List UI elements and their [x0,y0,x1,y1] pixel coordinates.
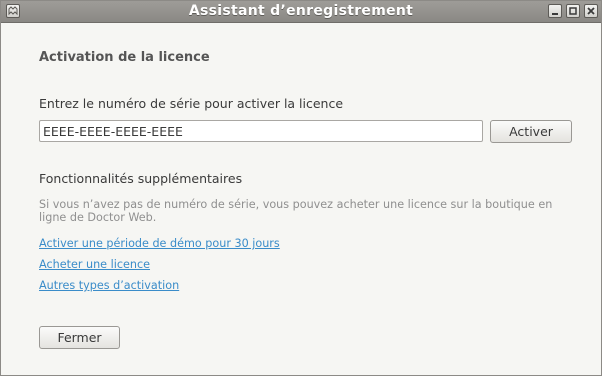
buy-license-link[interactable]: Acheter une licence [39,258,150,271]
serial-number-input[interactable] [39,120,483,142]
close-icon[interactable] [584,4,598,18]
maximize-icon[interactable] [566,4,580,18]
minimize-icon[interactable] [548,4,562,18]
activate-button[interactable]: Activer [490,120,572,143]
close-button[interactable]: Fermer [39,326,120,349]
demo-period-link[interactable]: Activer une période de démo pour 30 jour… [39,237,280,250]
serial-label: Entrez le numéro de série pour activer l… [39,96,344,111]
section-heading: Activation de la licence [39,50,210,65]
other-activation-link[interactable]: Autres types d’activation [39,279,179,292]
registration-window: Assistant d’enregistrement Activation de… [0,0,602,376]
info-text: Si vous n’avez pas de numéro de série, v… [39,198,553,224]
extra-features-heading: Fonctionnalités supplémentaires [39,171,243,186]
title-bar[interactable]: Assistant d’enregistrement [1,1,601,23]
window-title: Assistant d’enregistrement [188,3,414,19]
